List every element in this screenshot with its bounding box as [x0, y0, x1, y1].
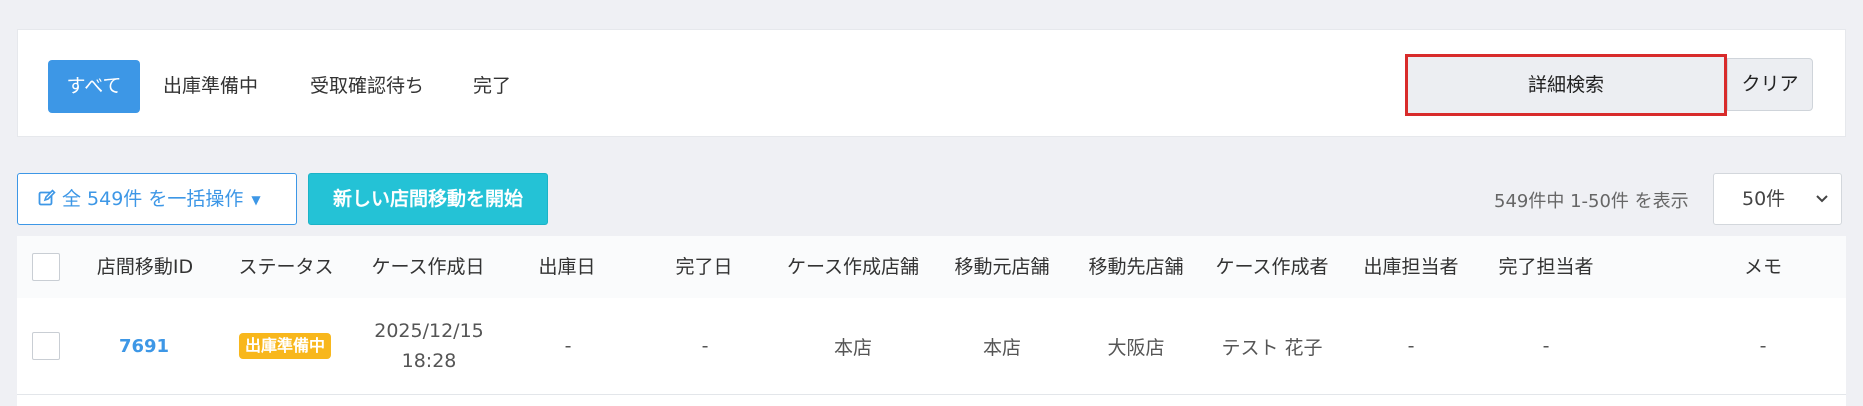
cell-creator: テスト 花子: [1221, 336, 1323, 359]
created-date: 2025/12/15: [374, 320, 484, 342]
cell-completed: -: [701, 335, 709, 357]
cell-complete-staff: -: [1542, 335, 1550, 357]
header-creator[interactable]: ケース作成者: [1215, 236, 1328, 298]
status-badge: 出庫準備中: [238, 333, 332, 359]
filter-card: すべて 出庫準備中 受取確認待ち 完了 詳細検索 クリア: [17, 29, 1846, 137]
cell-status: 出庫準備中: [238, 298, 332, 394]
header-memo[interactable]: メモ: [1744, 236, 1782, 298]
header-status[interactable]: ステータス: [238, 236, 333, 298]
bulk-action-button[interactable]: 全 549件 を一括操作 ▼: [17, 173, 297, 225]
tab-preparing[interactable]: 出庫準備中: [163, 60, 258, 113]
bulk-action-label: 全 549件 を一括操作: [62, 188, 244, 210]
header-from-store[interactable]: 移動元店舗: [954, 236, 1049, 298]
cell-from-store: 本店: [982, 336, 1022, 359]
tab-done[interactable]: 完了: [473, 60, 511, 113]
select-all-checkbox[interactable]: [32, 253, 60, 281]
clear-button[interactable]: クリア: [1727, 58, 1813, 111]
cell-created: 2025/12/15 18:28: [374, 298, 484, 394]
header-created-store[interactable]: ケース作成店舗: [787, 236, 919, 298]
header-created[interactable]: ケース作成日: [371, 236, 484, 298]
tab-awaiting[interactable]: 受取確認待ち: [310, 60, 424, 113]
new-transfer-button[interactable]: 新しい店間移動を開始: [308, 173, 548, 225]
cell-id: 7691: [119, 298, 169, 394]
header-to-store[interactable]: 移動先店舗: [1088, 236, 1183, 298]
transfer-id-link[interactable]: 7691: [119, 336, 169, 357]
detail-search-button[interactable]: 詳細検索: [1405, 54, 1727, 116]
cell-memo: -: [1759, 335, 1767, 357]
per-page-value: 50件: [1742, 188, 1786, 210]
table-header: 店間移動ID ステータス ケース作成日 出庫日 完了日 ケース作成店舗 移動元店…: [17, 236, 1846, 299]
header-ship-staff[interactable]: 出庫担当者: [1363, 236, 1458, 298]
transfer-table: 店間移動ID ステータス ケース作成日 出庫日 完了日 ケース作成店舗 移動元店…: [17, 236, 1846, 406]
header-shipped[interactable]: 出庫日: [538, 236, 595, 298]
tab-all[interactable]: すべて: [48, 60, 140, 113]
per-page-select[interactable]: 50件: [1713, 173, 1842, 225]
caret-down-icon: ▼: [251, 192, 261, 207]
pagination-summary: 549件中 1-50件 を表示: [1494, 191, 1689, 212]
header-completed[interactable]: 完了日: [675, 236, 732, 298]
cell-created-store: 本店: [833, 336, 873, 359]
header-complete-staff[interactable]: 完了担当者: [1498, 236, 1593, 298]
cell-to-store: 大阪店: [1107, 336, 1165, 359]
header-id[interactable]: 店間移動ID: [97, 236, 193, 298]
chevron-down-icon: [1815, 174, 1829, 245]
table-row: 7691 出庫準備中 2025/12/15 18:28 - - 本店 本店 大阪…: [17, 298, 1846, 395]
cell-ship-staff: -: [1407, 335, 1415, 357]
edit-icon: [38, 174, 56, 224]
row-checkbox[interactable]: [32, 332, 60, 360]
cell-shipped: -: [564, 335, 572, 357]
created-time: 18:28: [401, 350, 457, 372]
